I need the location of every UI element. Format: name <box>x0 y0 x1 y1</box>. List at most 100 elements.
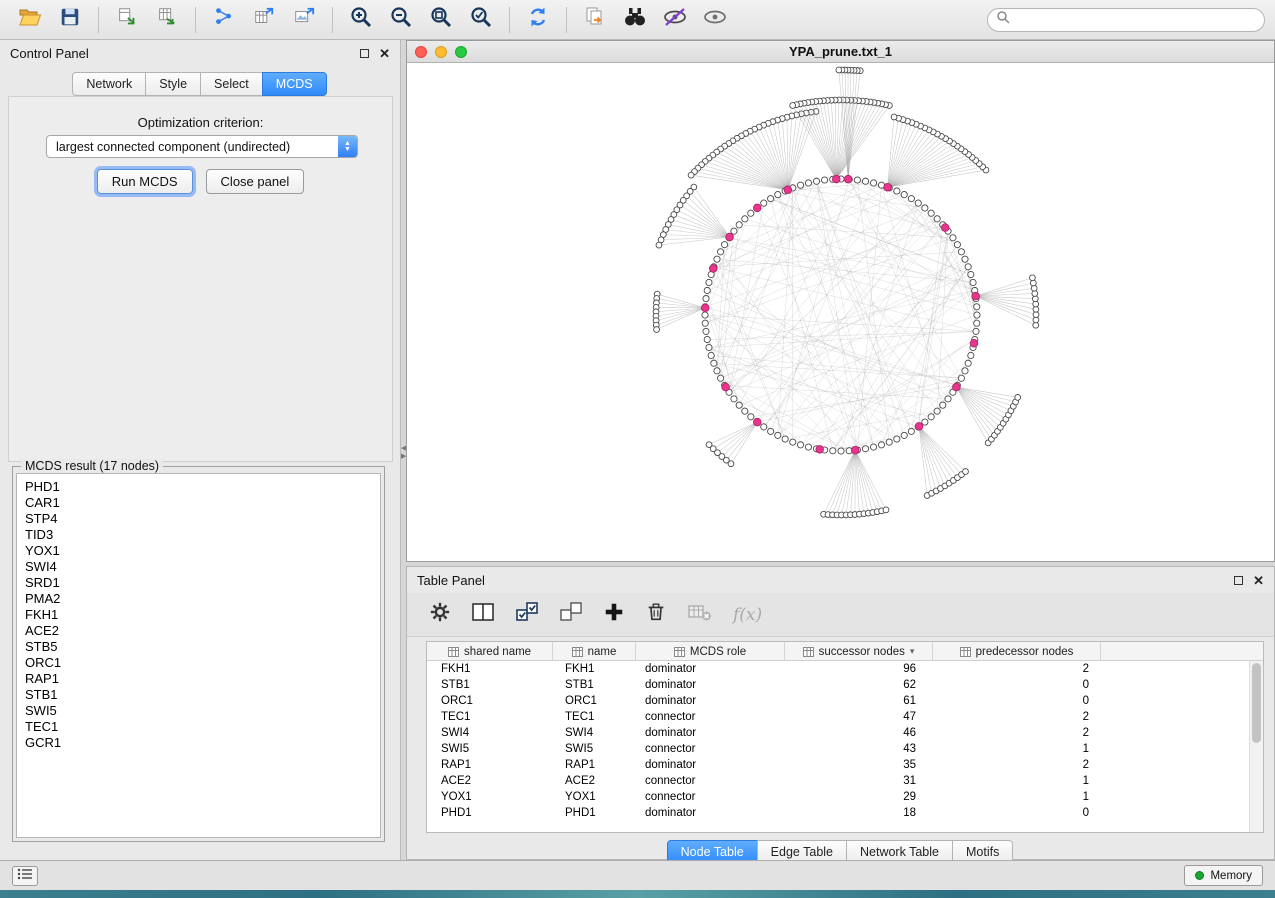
network-edge[interactable] <box>729 203 918 392</box>
network-edge[interactable] <box>788 113 806 190</box>
window-close-button[interactable] <box>415 46 427 58</box>
search-box[interactable] <box>987 8 1265 32</box>
network-node-dominator[interactable] <box>972 292 980 300</box>
network-node[interactable] <box>702 320 708 326</box>
network-node[interactable] <box>862 178 868 184</box>
network-edge[interactable] <box>956 387 1003 423</box>
table-cell[interactable]: 2 <box>933 661 1101 677</box>
network-node[interactable] <box>965 360 971 366</box>
network-edge[interactable] <box>800 104 836 179</box>
table-cell[interactable]: 18 <box>785 805 933 821</box>
network-edge[interactable] <box>757 203 918 422</box>
network-node[interactable] <box>958 249 964 255</box>
network-edge[interactable] <box>919 426 949 483</box>
network-node[interactable] <box>703 296 709 302</box>
copy-network-button[interactable] <box>575 4 615 36</box>
network-edge[interactable] <box>855 450 873 512</box>
table-cell[interactable]: ACE2 <box>427 773 553 789</box>
network-node[interactable] <box>768 196 774 202</box>
network-edge[interactable] <box>848 71 860 179</box>
network-node[interactable] <box>886 439 892 445</box>
memory-button[interactable]: Memory <box>1184 865 1263 886</box>
network-node[interactable] <box>1015 395 1021 401</box>
table-cell[interactable]: 1 <box>933 741 1101 757</box>
network-node[interactable] <box>968 352 974 358</box>
network-node[interactable] <box>822 177 828 183</box>
network-edge[interactable] <box>976 296 1036 325</box>
network-edge[interactable] <box>656 308 705 316</box>
zoom-out-button[interactable] <box>381 4 421 36</box>
network-node[interactable] <box>915 200 921 206</box>
table-cell[interactable]: 46 <box>785 725 933 741</box>
run-mcds-button[interactable]: Run MCDS <box>97 169 193 194</box>
column-header-shared-name[interactable]: shared name <box>427 642 553 661</box>
table-cell[interactable]: connector <box>636 789 785 805</box>
table-cell[interactable] <box>1101 757 1263 773</box>
network-edge[interactable] <box>656 308 705 325</box>
export-image-button[interactable] <box>284 4 324 36</box>
table-cell[interactable]: RAP1 <box>427 757 553 773</box>
network-node-dominator[interactable] <box>970 339 978 347</box>
network-node[interactable] <box>830 448 836 454</box>
table-cell[interactable]: dominator <box>636 693 785 709</box>
network-node[interactable] <box>742 216 748 222</box>
network-node[interactable] <box>958 375 964 381</box>
network-edge[interactable] <box>714 363 962 378</box>
network-edge[interactable] <box>683 200 729 237</box>
network-node[interactable] <box>702 312 708 318</box>
network-node[interactable] <box>688 172 694 178</box>
network-node[interactable] <box>813 178 819 184</box>
table-cell[interactable]: PHD1 <box>553 805 636 821</box>
mcds-result-item[interactable]: STB5 <box>25 639 372 655</box>
network-node-dominator[interactable] <box>851 446 859 454</box>
table-cell[interactable]: SWI4 <box>427 725 553 741</box>
network-edge[interactable] <box>785 191 948 399</box>
network-node[interactable] <box>775 432 781 438</box>
mcds-result-item[interactable]: ACE2 <box>25 623 372 639</box>
network-edge[interactable] <box>721 252 850 451</box>
network-node-dominator[interactable] <box>709 265 717 273</box>
network-node[interactable] <box>711 360 717 366</box>
table-cell[interactable]: 2 <box>933 725 1101 741</box>
table-cell[interactable]: 31 <box>785 773 933 789</box>
column-header-predecessor-nodes[interactable]: predecessor nodes <box>933 642 1101 661</box>
network-node-dominator[interactable] <box>844 175 852 183</box>
column-header-name[interactable]: name <box>553 642 636 661</box>
table-cell[interactable]: 1 <box>933 789 1101 805</box>
network-edge[interactable] <box>919 426 957 477</box>
network-node[interactable] <box>894 436 900 442</box>
network-edge[interactable] <box>788 115 797 190</box>
network-node[interactable] <box>704 336 710 342</box>
mcds-result-list[interactable]: PHD1CAR1STP4TID3YOX1SWI4SRD1PMA2FKH1ACE2… <box>16 473 381 838</box>
network-edge[interactable] <box>833 267 968 451</box>
network-edge[interactable] <box>717 259 973 282</box>
network-node-dominator[interactable] <box>784 186 792 194</box>
network-edge[interactable] <box>778 195 897 439</box>
zoom-in-button[interactable] <box>341 4 381 36</box>
network-node[interactable] <box>748 210 754 216</box>
network-node[interactable] <box>704 287 710 293</box>
network-node[interactable] <box>717 375 723 381</box>
table-cell[interactable]: 2 <box>933 709 1101 725</box>
network-edge[interactable] <box>804 103 836 179</box>
network-node[interactable] <box>838 448 844 454</box>
network-node[interactable] <box>928 210 934 216</box>
table-cell[interactable]: STB1 <box>553 677 636 693</box>
network-edge[interactable] <box>714 267 889 442</box>
network-edge[interactable] <box>707 208 925 291</box>
network-node-dominator[interactable] <box>701 304 709 312</box>
network-edge[interactable] <box>855 450 886 510</box>
select-all-button[interactable] <box>515 601 539 628</box>
add-column-button[interactable] <box>603 601 625 628</box>
network-node-dominator[interactable] <box>915 423 923 431</box>
table-cell[interactable] <box>1101 661 1263 677</box>
table-cell[interactable] <box>1101 693 1263 709</box>
network-node[interactable] <box>973 328 979 334</box>
table-cell[interactable]: 96 <box>785 661 933 677</box>
table-cell[interactable]: dominator <box>636 725 785 741</box>
network-node[interactable] <box>954 242 960 248</box>
table-cell[interactable]: connector <box>636 773 785 789</box>
mcds-result-item[interactable]: FKH1 <box>25 607 372 623</box>
network-edge[interactable] <box>857 363 968 450</box>
network-node[interactable] <box>782 436 788 442</box>
